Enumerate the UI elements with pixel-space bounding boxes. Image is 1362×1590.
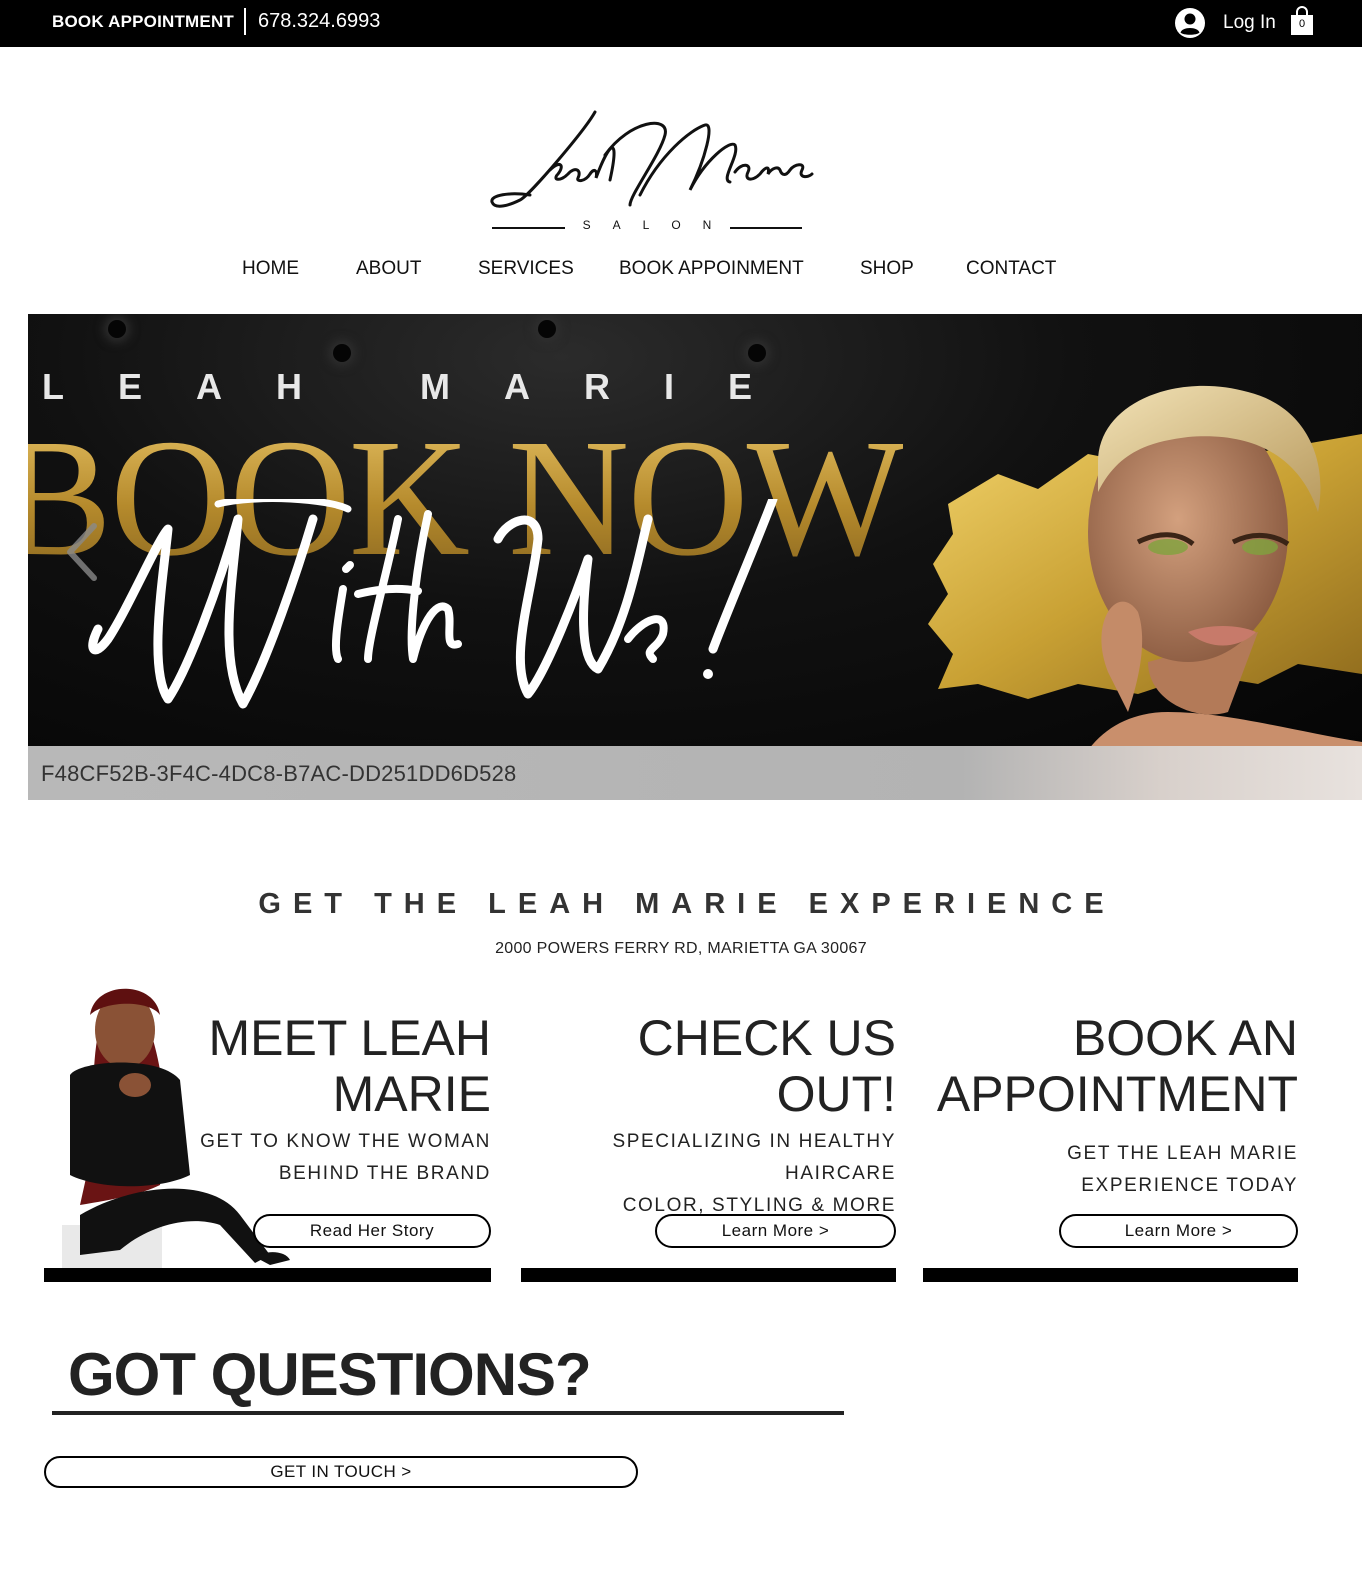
card-description: GET TO KNOW THE WOMAN BEHIND THE BRAND <box>200 1126 491 1190</box>
cart-button[interactable]: 0 <box>1290 6 1314 36</box>
card-title: BOOK AN APPOINTMENT <box>937 1010 1298 1122</box>
card-description: SPECIALIZING IN HEALTHY HAIRCARE COLOR, … <box>521 1126 896 1222</box>
slider-prev-arrow-icon[interactable] <box>64 522 100 582</box>
hero-slideshow[interactable]: LEAH MARIE BOOK NOW F48CF52B-3F4C-4DC8-B… <box>28 314 1362 800</box>
background-tuft <box>538 320 556 338</box>
get-in-touch-button[interactable]: GET IN TOUCH > <box>44 1456 638 1488</box>
card-desc-line1: GET THE LEAH MARIE <box>1067 1143 1298 1164</box>
card-title-line2: APPOINTMENT <box>936 1066 1298 1122</box>
hero-tagline: LEAH MARIE <box>42 366 806 407</box>
nav-about[interactable]: ABOUT <box>356 258 421 280</box>
logo-subtitle: SALON <box>582 218 734 232</box>
top-bar: BOOK APPOINTMENT 678.324.6993 Log In 0 <box>0 0 1362 47</box>
main-navigation: HOME ABOUT SERVICES BOOK APPOINMENT SHOP… <box>0 258 1362 286</box>
card-title-line1: BOOK AN <box>1072 1010 1298 1066</box>
card-title-line1: MEET LEAH <box>208 1010 492 1066</box>
questions-divider <box>52 1411 844 1415</box>
card-desc-line1: SPECIALIZING IN HEALTHY HAIRCARE <box>612 1131 896 1184</box>
card-underline-bar <box>923 1268 1298 1282</box>
card-desc-line2: BEHIND THE BRAND <box>278 1163 491 1184</box>
model-portrait <box>1068 385 1362 800</box>
card-desc-line1: GET TO KNOW THE WOMAN <box>200 1131 491 1152</box>
learn-more-booking-button[interactable]: Learn More > <box>1059 1214 1298 1248</box>
check-us-out-card: CHECK US OUT! SPECIALIZING IN HEALTHY HA… <box>521 1010 896 1282</box>
questions-heading: GOT QUESTIONS? <box>68 1341 592 1408</box>
card-title: CHECK US OUT! <box>638 1010 896 1122</box>
card-underline-bar <box>44 1268 491 1282</box>
phone-link[interactable]: 678.324.6993 <box>258 10 380 33</box>
background-tuft <box>333 344 351 362</box>
card-title-line2: MARIE <box>332 1066 491 1122</box>
book-appointment-card: BOOK AN APPOINTMENT GET THE LEAH MARIE E… <box>923 1010 1298 1282</box>
nav-contact[interactable]: CONTACT <box>966 258 1056 280</box>
nav-book-appointment[interactable]: BOOK APPOINMENT <box>619 258 804 280</box>
nav-shop[interactable]: SHOP <box>860 258 914 280</box>
card-description: GET THE LEAH MARIE EXPERIENCE TODAY <box>1067 1138 1298 1202</box>
slide-caption: F48CF52B-3F4C-4DC8-B7AC-DD251DD6D528 <box>41 761 517 786</box>
book-appointment-link[interactable]: BOOK APPOINTMENT <box>52 12 234 32</box>
card-title-line2: OUT! <box>776 1066 896 1122</box>
card-desc-line2: EXPERIENCE TODAY <box>1081 1175 1298 1196</box>
experience-heading: GET THE LEAH MARIE EXPERIENCE <box>258 888 1116 920</box>
learn-more-services-button[interactable]: Learn More > <box>655 1214 896 1248</box>
hero-script-with-us <box>88 499 778 709</box>
meet-leah-card: MEET LEAH MARIE GET TO KNOW THE WOMAN BE… <box>44 1010 491 1282</box>
background-tuft <box>108 320 126 338</box>
login-label: Log In <box>1223 12 1276 33</box>
slide-caption-bar: F48CF52B-3F4C-4DC8-B7AC-DD251DD6D528 <box>28 746 1362 800</box>
salon-address: 2000 POWERS FERRY RD, MARIETTA GA 30067 <box>495 940 867 957</box>
user-avatar-icon <box>1175 8 1205 38</box>
card-underline-bar <box>521 1268 896 1282</box>
nav-services[interactable]: SERVICES <box>478 258 574 280</box>
background-tuft <box>748 344 766 362</box>
read-her-story-button[interactable]: Read Her Story <box>253 1214 491 1248</box>
card-title: MEET LEAH MARIE <box>209 1010 492 1122</box>
cart-count: 0 <box>1298 18 1306 30</box>
nav-home[interactable]: HOME <box>242 258 299 280</box>
salon-logo[interactable]: SALON <box>490 100 820 240</box>
card-desc-line2: COLOR, STYLING & MORE <box>622 1195 896 1216</box>
login-button[interactable]: Log In <box>1175 5 1276 41</box>
card-title-line1: CHECK US <box>637 1010 896 1066</box>
divider <box>244 8 246 35</box>
